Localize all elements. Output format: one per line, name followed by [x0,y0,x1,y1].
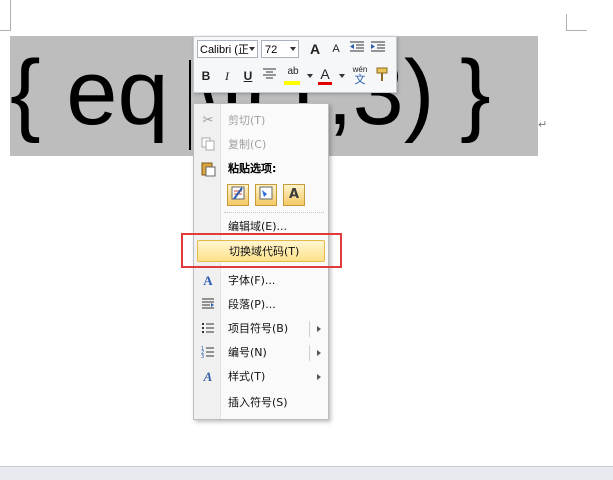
menu-item-copy[interactable]: 复制(C) [194,134,328,156]
font-color-button[interactable]: A [316,65,334,85]
chevron-right-icon [317,374,321,380]
font-size-value: 72 [265,44,278,56]
menu-item-bullets[interactable]: 项目符号(B) [194,318,328,340]
underline-button[interactable]: U [239,67,257,85]
menu-item-label: 剪切(T) [228,114,266,127]
page-margin-corner-right [566,14,587,31]
annotation-highlight-frame [181,233,342,268]
format-painter-icon [376,67,388,81]
chevron-down-icon[interactable] [339,74,345,78]
increase-indent-icon [371,41,385,52]
menu-item-styles[interactable]: A 样式(T) [194,366,328,388]
font-name-combobox[interactable]: Calibri (正 [197,40,258,58]
page-margin-corner-left [0,0,11,31]
paste-keep-formatting-button[interactable] [227,184,249,206]
submenu-divider [309,321,310,337]
menu-item-label: 样式(T) [228,370,266,383]
decrease-indent-button[interactable] [348,40,366,58]
font-color-icon: A [320,66,330,82]
chevron-right-icon [317,326,321,332]
bold-button[interactable]: B [197,67,215,85]
numbering-icon: 123 [200,345,216,361]
menu-item-label: 字体(F)... [228,274,276,287]
paste-options-header: 粘贴选项: [194,158,328,180]
phonetic-glyph: 文 [354,74,366,86]
menu-item-label: 项目符号(B) [228,322,289,335]
text-cursor [189,60,191,150]
menu-item-numbering[interactable]: 123 编号(N) [194,342,328,364]
paragraph-icon [200,297,216,313]
menu-item-label: 段落(P)... [228,298,276,311]
chevron-down-icon [249,47,255,51]
scissors-icon: ✂ [202,113,214,128]
font-size-combobox[interactable]: 72 [261,40,299,58]
paragraph-mark: ↵ [538,118,548,131]
phonetic-guide-icon: wén [352,65,368,74]
menu-item-label: 编号(N) [228,346,267,359]
menu-item-cut[interactable]: ✂ 剪切(T) [194,110,328,132]
format-painter-button[interactable] [374,67,392,85]
decrease-indent-icon [350,41,364,52]
menu-item-font[interactable]: A 字体(F)... [194,270,328,292]
menu-item-insert-symbol[interactable]: 插入符号(S) [194,392,328,414]
font-color-swatch [318,82,332,85]
merge-formatting-icon [259,186,273,200]
chevron-down-icon[interactable] [307,74,313,78]
copy-icon [200,137,216,153]
highlight-button[interactable]: ab [282,65,304,85]
shrink-font-button[interactable]: A [327,40,345,58]
svg-text:3: 3 [201,354,204,359]
submenu-divider [309,345,310,361]
keep-source-formatting-icon [231,186,245,200]
bullets-icon [200,321,216,337]
paste-text-only-button[interactable]: A [283,184,305,206]
grow-font-button[interactable]: A [306,40,324,58]
highlight-icon: ab [287,66,299,77]
menu-item-paragraph[interactable]: 段落(P)... [194,294,328,316]
menu-separator [224,212,324,213]
font-icon: A [203,273,213,288]
font-name-value: Calibri (正 [200,44,249,56]
mini-toolbar: Calibri (正 72 A A B I U ab A wén 文 [193,36,397,93]
italic-button[interactable]: I [218,67,236,85]
paste-merge-formatting-button[interactable] [255,184,277,206]
menu-item-label: 插入符号(S) [228,396,288,409]
chevron-down-icon [290,47,296,51]
styles-icon: A [203,369,213,384]
increase-indent-button[interactable] [369,40,387,58]
paste-icon [200,161,216,185]
chevron-right-icon [317,350,321,356]
align-center-icon [262,68,276,79]
highlight-color-swatch [284,81,300,85]
center-align-button[interactable] [260,67,278,85]
status-bar [0,466,613,480]
menu-item-label: 复制(C) [228,138,267,151]
phonetic-guide-button[interactable]: wén 文 [349,65,371,86]
